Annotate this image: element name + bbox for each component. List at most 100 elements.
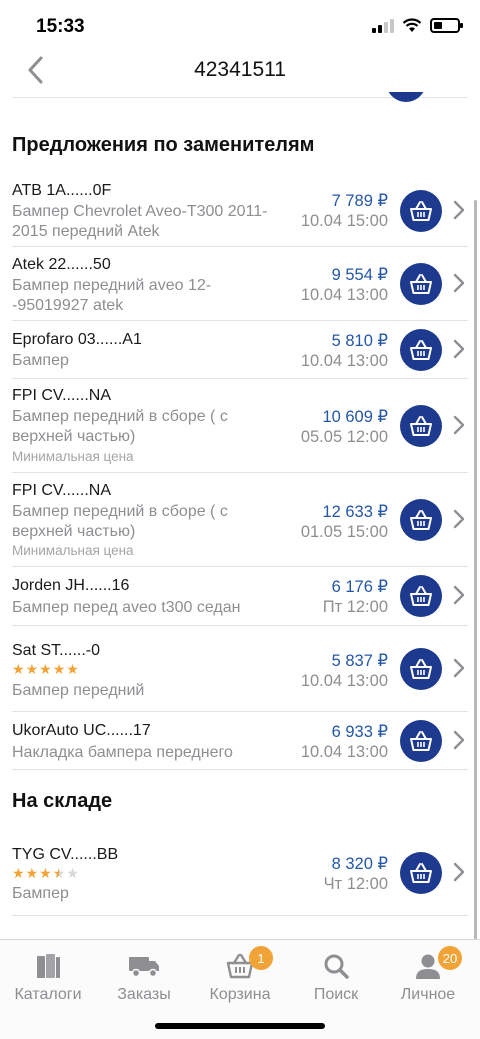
page-title: 42341511 <box>194 58 286 81</box>
basket-icon <box>410 731 432 751</box>
offer-row[interactable]: FPI CV......NA Бампер передний в сборе (… <box>12 379 468 473</box>
section-title-stock: На складе <box>12 790 113 812</box>
tab-bar: Каталоги Заказы 1 Корзина Поиск 20 Лично… <box>0 939 480 1039</box>
offer-row[interactable]: TYG CV......BB ★ ★ ★ ★ ★ Бампер 8 320 ₽ … <box>12 834 468 916</box>
chevron-right-icon <box>452 730 466 750</box>
offer-date: Чт 12:00 <box>323 875 388 893</box>
offer-name: FPI CV......NA <box>12 387 111 404</box>
chevron-right-icon <box>452 509 466 529</box>
offer-description: Бампер передний в сборе ( с верхней част… <box>12 503 228 540</box>
offer-note: Минимальная цена <box>12 449 134 464</box>
offer-name: Atek 22......50 <box>12 256 111 273</box>
star-icon: ★ <box>12 661 25 677</box>
tab-personal[interactable]: 20 Личное <box>380 946 476 1004</box>
chevron-right-icon <box>452 415 466 435</box>
offer-date: Пт 12:00 <box>322 598 388 616</box>
offer-description: Бампер Chevrolet Aveo-T300 2011-2015 пер… <box>12 203 268 240</box>
rating-stars: ★ ★ ★ ★ ★ <box>12 662 79 676</box>
home-indicator <box>155 1023 325 1029</box>
basket-icon <box>410 274 432 294</box>
tab-label: Каталоги <box>14 986 82 1003</box>
offer-date: 01.05 15:00 <box>300 523 388 541</box>
basket-icon <box>410 863 432 883</box>
chevron-right-icon <box>452 339 466 359</box>
scrollbar[interactable] <box>474 200 477 940</box>
offer-date: 10.04 13:00 <box>300 286 388 304</box>
star-icon: ★ <box>52 661 66 677</box>
offer-name: FPI CV......NA <box>12 482 111 499</box>
star-icon: ★ <box>39 661 52 677</box>
status-bar: 15:33 <box>0 0 480 48</box>
offer-price: 5 837 ₽ <box>331 652 388 670</box>
offer-description: Бампер передний aveo 12--95019927 atek <box>12 277 212 314</box>
offer-name: Sat ST......-0 <box>12 642 101 659</box>
offer-price: 6 176 ₽ <box>331 578 388 596</box>
offer-row[interactable]: Eprofaro 03......A1 Бампер 5 810 ₽ 10.04… <box>12 321 468 379</box>
tab-orders[interactable]: Заказы <box>96 948 192 1004</box>
star-icon: ★ <box>66 865 79 881</box>
offer-description: Бампер перед aveo t300 седан <box>12 599 241 616</box>
add-to-cart-button[interactable] <box>400 575 442 617</box>
chevron-right-icon <box>452 862 466 882</box>
chevron-right-icon <box>452 200 466 220</box>
offer-row[interactable]: Atek 22......50 Бампер передний aveo 12-… <box>12 247 468 321</box>
basket-icon <box>410 340 432 360</box>
tab-catalogs[interactable]: Каталоги <box>0 948 96 1004</box>
offer-description: Бампер <box>12 885 69 902</box>
offer-row[interactable]: FPI CV......NA Бампер передний в сборе (… <box>12 473 468 567</box>
offer-name: ATB 1A......0F <box>12 182 112 199</box>
add-to-cart-button[interactable] <box>400 852 442 894</box>
offer-date: 05.05 12:00 <box>300 428 388 446</box>
chevron-right-icon <box>452 658 466 678</box>
cart-badge: 1 <box>249 946 273 970</box>
chevron-right-icon <box>452 585 466 605</box>
add-to-cart-button[interactable] <box>400 329 442 371</box>
chevron-right-icon <box>452 273 466 293</box>
add-to-cart-button[interactable] <box>400 720 442 762</box>
offer-date: 10.04 13:00 <box>300 743 388 761</box>
offer-description: Бампер <box>12 352 69 369</box>
basket-icon <box>410 201 432 221</box>
tab-cart[interactable]: 1 Корзина <box>192 946 288 1004</box>
offer-price: 6 933 ₽ <box>331 723 388 741</box>
offer-row[interactable]: Sat ST......-0 ★ ★ ★ ★ ★ Бампер передний… <box>12 626 468 712</box>
star-icon: ★ <box>39 865 52 881</box>
offer-price: 8 320 ₽ <box>331 855 388 873</box>
offer-name: Eprofaro 03......A1 <box>12 331 142 348</box>
add-to-cart-button[interactable] <box>400 405 442 447</box>
offer-name: TYG CV......BB <box>12 846 119 863</box>
status-icons <box>372 18 463 33</box>
offer-row[interactable]: ATB 1A......0F Бампер Chevrolet Aveo-T30… <box>12 172 468 247</box>
add-to-cart-button[interactable] <box>400 263 442 305</box>
offer-price: 12 633 ₽ <box>322 503 388 521</box>
offer-row[interactable]: UkorAuto UC......17 Накладка бампера пер… <box>12 712 468 770</box>
tab-label: Корзина <box>209 986 271 1003</box>
offer-note: Минимальная цена <box>12 543 134 558</box>
truck-icon <box>129 957 159 978</box>
tab-label: Поиск <box>313 986 359 1003</box>
basket-icon <box>410 586 432 606</box>
offer-description: Накладка бампера переднего <box>12 744 233 761</box>
nav-bar: 42341511 <box>0 48 480 92</box>
signal-icon <box>372 18 394 33</box>
basket-icon <box>410 659 432 679</box>
star-icon: ★ <box>66 661 79 677</box>
basket-icon <box>410 510 432 530</box>
offer-date: 10.04 13:00 <box>300 672 388 690</box>
battery-icon <box>430 18 463 33</box>
offer-price: 7 789 ₽ <box>331 192 388 210</box>
add-to-cart-button[interactable] <box>400 190 442 232</box>
section-title-substitutes: Предложения по заменителям <box>12 134 315 156</box>
star-icon: ★ <box>12 865 25 881</box>
tab-search[interactable]: Поиск <box>288 948 384 1004</box>
tab-label: Заказы <box>117 986 171 1003</box>
offer-name: Jorden JH......16 <box>12 577 130 594</box>
add-to-cart-button[interactable] <box>400 648 442 690</box>
offer-row[interactable]: Jorden JH......16 Бампер перед aveo t300… <box>12 567 468 626</box>
search-icon <box>324 954 349 979</box>
star-icon: ★ <box>25 865 39 881</box>
offer-date: 10.04 15:00 <box>300 212 388 230</box>
add-to-cart-button[interactable] <box>400 499 442 541</box>
partial-row <box>12 92 468 114</box>
star-half-icon: ★ <box>52 865 66 881</box>
